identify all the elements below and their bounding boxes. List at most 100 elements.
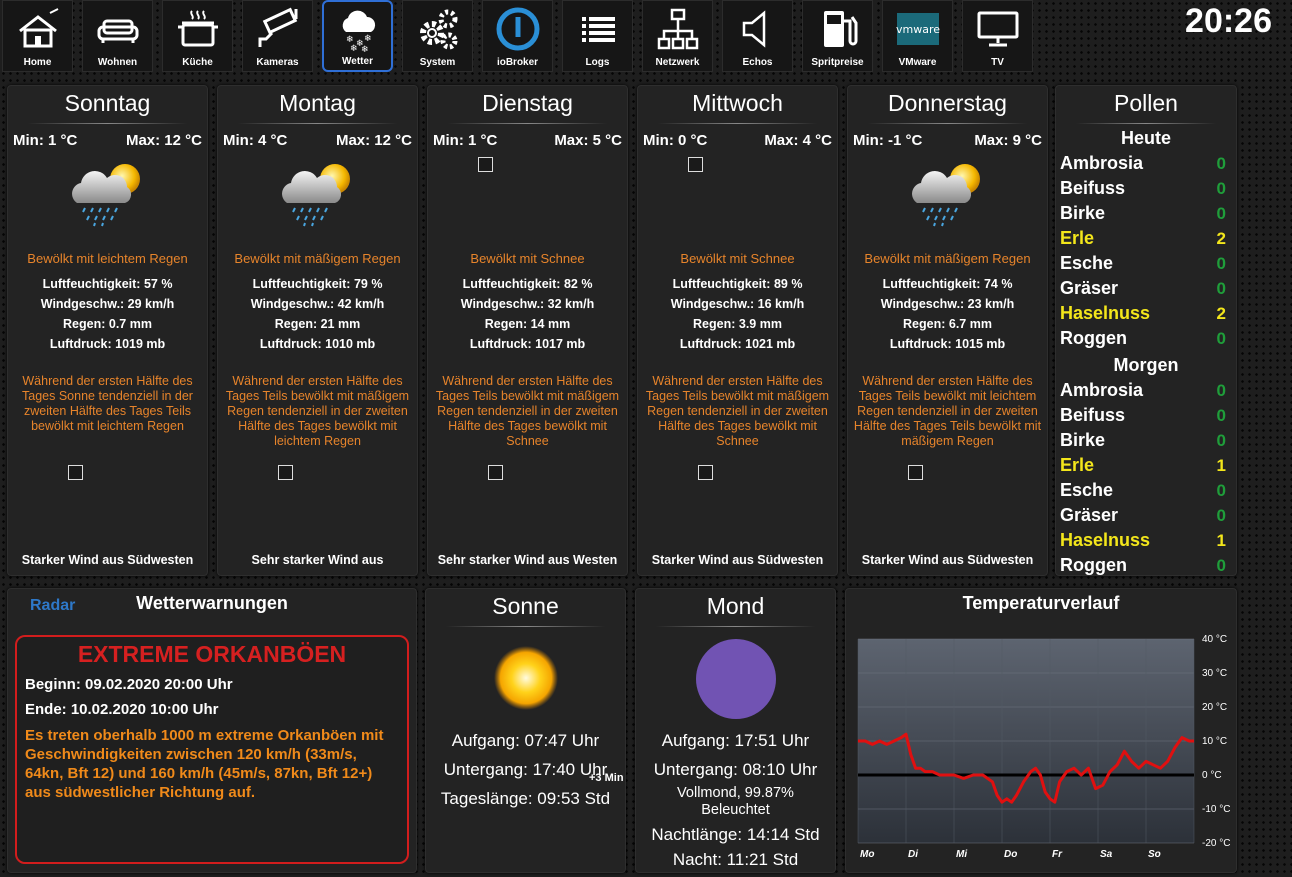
y-tick-label: 30 °C	[1202, 668, 1227, 679]
forecast-day-sonntag: Sonntag Min: 1 °C Max: 12 °C Bewölkt mit le…	[7, 85, 208, 576]
weather-stats: Luftfeuchtigkeit: 79 % Windgeschw.: 42 km…	[218, 274, 417, 354]
pollen-name: Gräser	[1060, 505, 1119, 525]
pressure: Luftdruck: 1019 mb	[49, 337, 166, 351]
moon-panel: Mond Aufgang: 17:51 Uhr Untergang: 08:10…	[635, 588, 836, 873]
sun-panel: Sonne Aufgang: 07:47 Uhr Untergang: 17:4…	[425, 588, 626, 873]
svg-text:❄: ❄	[350, 44, 358, 54]
security-camera-icon	[258, 7, 297, 47]
chart-title: Temperaturverlauf	[962, 593, 1120, 613]
nav-button-iobroker[interactable]: ioBroker	[482, 0, 553, 72]
pressure: Luftdruck: 1017 mb	[469, 337, 586, 351]
x-tick-label: Do	[1004, 849, 1017, 860]
warning-end: Ende: 10.02.2020 10:00 Uhr	[25, 701, 219, 718]
pollen-name: Birke	[1060, 203, 1106, 223]
pollen-row: Erle 1	[1056, 453, 1236, 478]
list-icon	[581, 17, 615, 42]
pressure: Luftdruck: 1021 mb	[679, 337, 796, 351]
pollen-value: 0	[1216, 380, 1226, 400]
pollen-value: 0	[1216, 430, 1226, 450]
pollen-name: Birke	[1060, 430, 1106, 450]
title-divider	[1076, 123, 1216, 124]
pollen-tomorrow-label: Morgen	[1113, 355, 1179, 375]
nav-button-vmware[interactable]: vmware VMware	[882, 0, 953, 72]
temp-max: Max: 5 °C	[554, 132, 622, 149]
night-length: Nachtlänge: 14:14 Std	[651, 825, 820, 844]
day-title: Donnerstag	[888, 90, 1007, 116]
pollen-value: 1	[1216, 455, 1226, 475]
pollen-name: Ambrosia	[1060, 153, 1144, 173]
nav-label: Netzwerk	[655, 57, 700, 68]
rain: Regen: 3.9 mm	[693, 317, 782, 331]
humidity: Luftfeuchtigkeit: 82 %	[462, 277, 593, 291]
x-tick-label: Fr	[1052, 849, 1063, 860]
iobroker-logo-icon	[496, 7, 539, 51]
nav-button-wohnen[interactable]: Wohnen	[82, 0, 153, 72]
forecast-text: Während der ersten Hälfte des Tages Teil…	[435, 374, 620, 448]
warnings-title: Wetterwarnungen	[136, 593, 288, 613]
temp-max: Max: 12 °C	[335, 132, 412, 149]
y-tick-label: 10 °C	[1202, 736, 1227, 747]
forecast-text: Während der ersten Hälfte des Tages Sonn…	[22, 374, 193, 433]
temp-min: Min: -1 °C	[853, 132, 923, 149]
wind-description: Starker Wind aus Südwesten	[21, 553, 194, 567]
monitor-icon	[977, 11, 1018, 47]
pollen-row: Haselnuss 1	[1056, 528, 1236, 553]
day-title: Montag	[279, 90, 356, 116]
warning-text: Es treten oberhalb 1000 m extreme Orkanb…	[25, 727, 384, 801]
nav-button-spritpreise[interactable]: Spritpreise	[802, 0, 873, 72]
day-title: Dienstag	[482, 90, 573, 116]
pollen-value: 0	[1216, 178, 1226, 198]
weather-snow-cloud-icon: ❄ ❄ ❄❄ ❄	[342, 10, 375, 54]
min-max-row: Min: -1 °C Max: 9 °C	[848, 132, 1047, 149]
x-tick-label: Di	[908, 849, 918, 860]
cloud-sun-rain-icon	[911, 164, 980, 227]
wind-description: Starker Wind aus Südwesten	[651, 553, 824, 567]
wind-description: Sehr starker Wind aus	[251, 553, 384, 567]
x-tick-label: So	[1148, 849, 1161, 860]
weather-description: Bewölkt mit mäßigem Regen	[234, 251, 401, 266]
pressure: Luftdruck: 1015 mb	[889, 337, 1006, 351]
pollen-row: Ambrosia 0	[1056, 151, 1236, 176]
weather-description: Bewölkt mit leichtem Regen	[27, 251, 188, 266]
wind-image-icon	[68, 465, 83, 480]
pressure: Luftdruck: 1010 mb	[259, 337, 376, 351]
humidity: Luftfeuchtigkeit: 79 %	[252, 277, 383, 291]
nav-button-echos[interactable]: Echos	[722, 0, 793, 72]
pollen-value: 0	[1216, 480, 1226, 500]
temp-min: Min: 1 °C	[433, 132, 498, 149]
title-divider	[656, 626, 815, 627]
nav-button-netzwerk[interactable]: Netzwerk	[642, 0, 713, 72]
gears-icon	[419, 9, 457, 50]
weather-stats: Luftfeuchtigkeit: 57 % Windgeschw.: 29 km…	[8, 274, 207, 354]
temp-max: Max: 4 °C	[764, 132, 832, 149]
nav-button-tv[interactable]: TV	[962, 0, 1033, 72]
nav-label: Kameras	[256, 57, 299, 68]
nav-button-wetter[interactable]: ❄ ❄ ❄ ❄ ❄ Wetter	[322, 0, 393, 72]
forecast-text: Während der ersten Hälfte des Tages Teil…	[853, 374, 1042, 448]
x-tick-label: Mi	[956, 849, 967, 860]
pollen-row: Esche 0	[1056, 478, 1236, 503]
pollen-value: 0	[1216, 328, 1226, 348]
nav-label: ioBroker	[496, 57, 539, 68]
nav-label: Wohnen	[97, 57, 138, 68]
cooking-pot-icon	[177, 10, 218, 47]
day-title: Mittwoch	[692, 90, 783, 116]
nav-button-logs[interactable]: Logs	[562, 0, 633, 72]
speaker-icon	[742, 10, 765, 48]
weather-description: Bewölkt mit Schnee	[680, 251, 795, 266]
sunrise: Aufgang: 07:47 Uhr	[451, 731, 600, 750]
pollen-name: Haselnuss	[1060, 530, 1151, 550]
weather-stats: Luftfeuchtigkeit: 89 % Windgeschw.: 16 km…	[638, 274, 837, 354]
nav-button-kameras[interactable]: Kameras	[242, 0, 313, 72]
nav-button-home[interactable]: Home	[2, 0, 73, 72]
vmware-logo-icon: vmware	[895, 13, 940, 45]
rain: Regen: 21 mm	[274, 317, 361, 331]
title-divider	[446, 626, 605, 627]
cloud-sun-rain-icon	[71, 164, 140, 227]
nav-button-system[interactable]: System	[402, 0, 473, 72]
sun-title: Sonne	[492, 593, 559, 619]
weather-stats: Luftfeuchtigkeit: 82 % Windgeschw.: 32 km…	[428, 274, 627, 354]
min-max-row: Min: 1 °C Max: 12 °C	[8, 132, 207, 149]
nav-button-küche[interactable]: Küche	[162, 0, 233, 72]
svg-text:❄: ❄	[361, 45, 369, 54]
